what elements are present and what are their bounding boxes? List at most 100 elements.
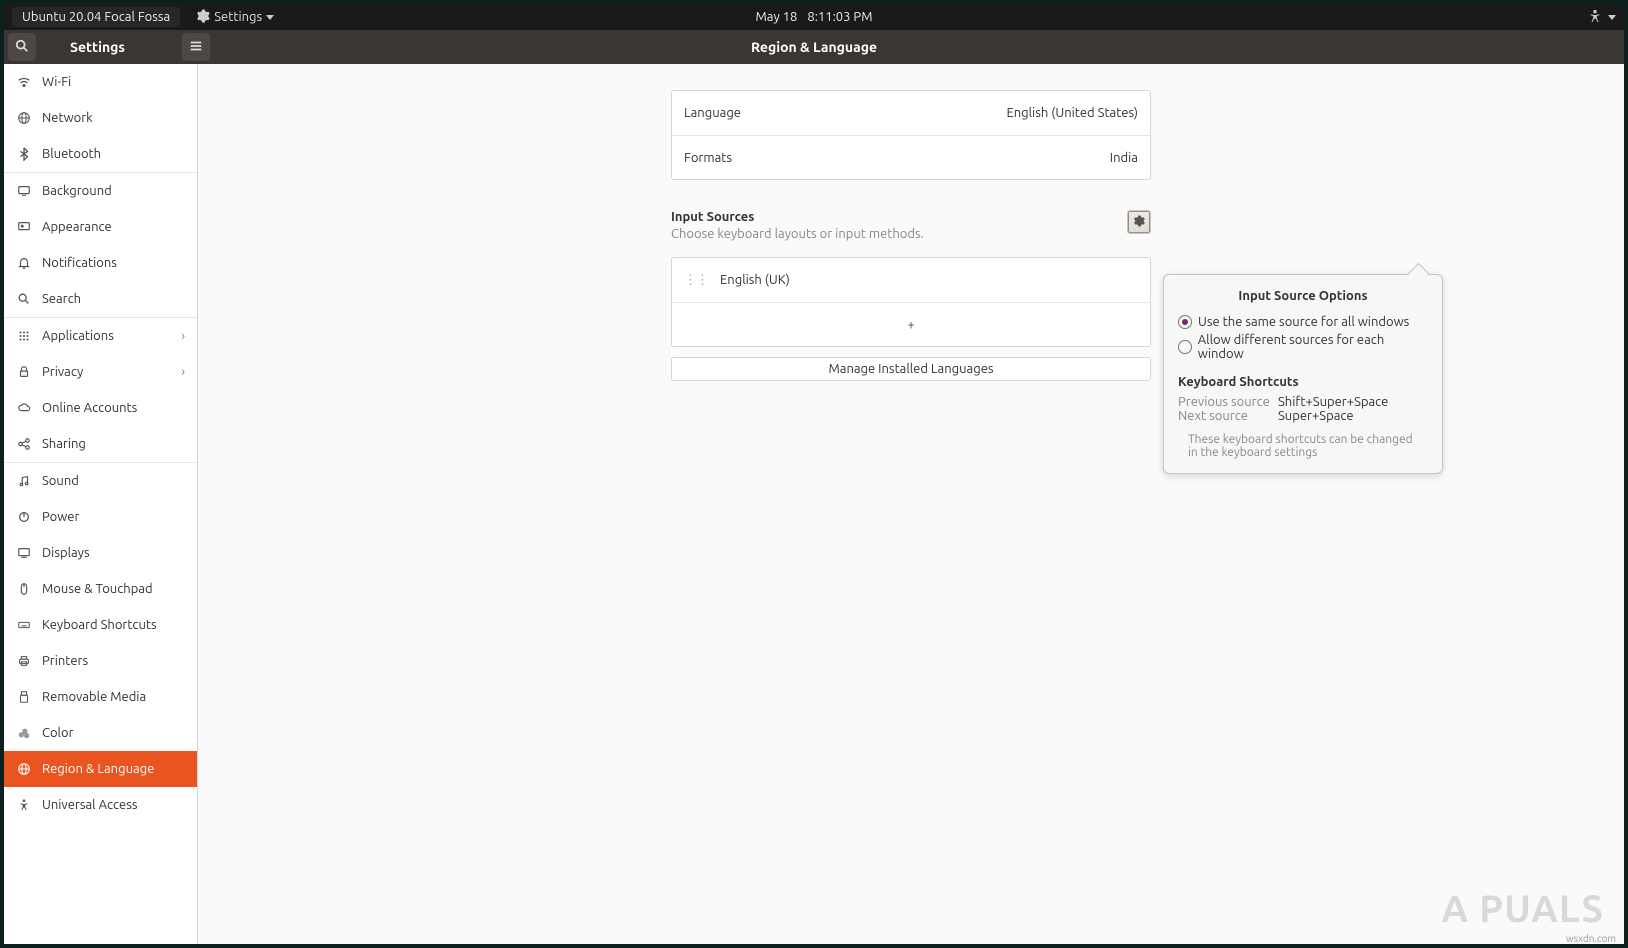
chevron-right-icon: › bbox=[181, 365, 185, 379]
settings-sidebar: Wi-Fi Network Bluetooth Background Appea… bbox=[4, 64, 198, 944]
sidebar-item-label: Online Accounts bbox=[42, 401, 137, 415]
formats-row[interactable]: Formats India bbox=[672, 135, 1150, 179]
usb-icon bbox=[16, 690, 32, 704]
sidebar-title: Settings bbox=[70, 39, 125, 55]
chevron-down-icon[interactable] bbox=[1608, 15, 1616, 20]
sidebar-item-label: Printers bbox=[42, 654, 88, 668]
input-sources-list: ⋮⋮ English (UK) + bbox=[671, 257, 1151, 347]
sidebar-item-sharing[interactable]: Sharing bbox=[4, 426, 197, 462]
sidebar-item-label: Keyboard Shortcuts bbox=[42, 618, 157, 632]
chevron-down-icon bbox=[266, 15, 274, 20]
language-value: English (United States) bbox=[1006, 106, 1138, 120]
language-row[interactable]: Language English (United States) bbox=[672, 91, 1150, 135]
manage-languages-label: Manage Installed Languages bbox=[828, 362, 993, 376]
shortcut-label: Previous source bbox=[1178, 395, 1270, 409]
sidebar-item-label: Wi-Fi bbox=[42, 75, 71, 89]
accessibility-icon[interactable] bbox=[1588, 9, 1602, 26]
sidebar-item-label: Removable Media bbox=[42, 690, 146, 704]
shortcut-value: Shift+Super+Space bbox=[1278, 395, 1388, 409]
input-source-options-button[interactable] bbox=[1127, 210, 1151, 234]
popover-title: Input Source Options bbox=[1178, 289, 1428, 303]
radio-different-sources[interactable]: Allow different sources for each window bbox=[1178, 333, 1428, 361]
radio-same-source[interactable]: Use the same source for all windows bbox=[1178, 315, 1428, 329]
formats-value: India bbox=[1110, 151, 1138, 165]
sidebar-item-label: Displays bbox=[42, 546, 90, 560]
sidebar-item-privacy[interactable]: Privacy › bbox=[4, 354, 197, 390]
cloud-icon bbox=[16, 401, 32, 415]
sidebar-item-label: Background bbox=[42, 184, 112, 198]
appearance-icon bbox=[16, 220, 32, 234]
accessibility-icon bbox=[16, 798, 32, 812]
sidebar-item-bluetooth[interactable]: Bluetooth bbox=[4, 136, 197, 172]
music-icon bbox=[16, 474, 32, 488]
sidebar-item-wifi[interactable]: Wi-Fi bbox=[4, 64, 197, 100]
language-label: Language bbox=[684, 106, 741, 120]
sidebar-item-mouse[interactable]: Mouse & Touchpad bbox=[4, 571, 197, 607]
sidebar-item-label: Mouse & Touchpad bbox=[42, 582, 153, 596]
add-input-source-button[interactable]: + bbox=[672, 302, 1150, 346]
input-sources-title: Input Sources bbox=[671, 210, 1127, 224]
main-content: Language English (United States) Formats… bbox=[198, 64, 1624, 944]
gear-icon bbox=[196, 9, 210, 26]
sidebar-item-background[interactable]: Background bbox=[4, 173, 197, 209]
input-sources-desc: Choose keyboard layouts or input methods… bbox=[671, 227, 1127, 241]
keyboard-icon bbox=[16, 618, 32, 632]
chevron-right-icon: › bbox=[181, 329, 185, 343]
sidebar-item-label: Privacy bbox=[42, 365, 83, 379]
input-source-row[interactable]: ⋮⋮ English (UK) bbox=[672, 258, 1150, 302]
sidebar-item-label: Search bbox=[42, 292, 81, 306]
sidebar-item-label: Power bbox=[42, 510, 79, 524]
sidebar-item-keyboard[interactable]: Keyboard Shortcuts bbox=[4, 607, 197, 643]
input-source-name: English (UK) bbox=[720, 273, 790, 287]
sidebar-item-appearance[interactable]: Appearance bbox=[4, 209, 197, 245]
sidebar-item-online-accounts[interactable]: Online Accounts bbox=[4, 390, 197, 426]
sidebar-item-displays[interactable]: Displays bbox=[4, 535, 197, 571]
sidebar-item-printers[interactable]: Printers bbox=[4, 643, 197, 679]
sidebar-item-color[interactable]: Color bbox=[4, 715, 197, 751]
sidebar-item-label: Appearance bbox=[42, 220, 112, 234]
sidebar-item-label: Notifications bbox=[42, 256, 117, 270]
manage-languages-button[interactable]: Manage Installed Languages bbox=[671, 357, 1151, 381]
top-app-menu-label: Settings bbox=[214, 10, 262, 24]
sidebar-item-power[interactable]: Power bbox=[4, 499, 197, 535]
sidebar-item-notifications[interactable]: Notifications bbox=[4, 245, 197, 281]
sidebar-item-sound[interactable]: Sound bbox=[4, 463, 197, 499]
sidebar-item-label: Bluetooth bbox=[42, 147, 101, 161]
language-formats-card: Language English (United States) Formats… bbox=[671, 90, 1151, 180]
shortcut-value: Super+Space bbox=[1278, 409, 1354, 423]
sidebar-item-universal[interactable]: Universal Access bbox=[4, 787, 197, 823]
plus-icon: + bbox=[907, 318, 914, 332]
bluetooth-icon bbox=[16, 147, 32, 161]
display-icon bbox=[16, 184, 32, 198]
page-title: Region & Language bbox=[751, 39, 877, 55]
gear-icon bbox=[1132, 214, 1146, 231]
printer-icon bbox=[16, 654, 32, 668]
search-button[interactable] bbox=[8, 33, 36, 61]
primary-menu-button[interactable] bbox=[182, 33, 210, 61]
clock[interactable]: May 18 8:11:03 PM bbox=[756, 10, 873, 24]
brand-watermark: A PUALS bbox=[1441, 888, 1604, 930]
radio-label: Use the same source for all windows bbox=[1198, 315, 1409, 329]
sidebar-item-label: Network bbox=[42, 111, 93, 125]
shortcut-next: Next source Super+Space bbox=[1178, 409, 1428, 423]
hamburger-icon bbox=[189, 39, 203, 56]
drag-handle-icon[interactable]: ⋮⋮ bbox=[684, 273, 708, 288]
globe-icon bbox=[16, 762, 32, 776]
activities-os-label[interactable]: Ubuntu 20.04 Focal Fossa bbox=[12, 7, 180, 27]
grid-icon bbox=[16, 329, 32, 343]
share-icon bbox=[16, 437, 32, 451]
sidebar-item-network[interactable]: Network bbox=[4, 100, 197, 136]
sidebar-item-region[interactable]: Region & Language bbox=[4, 751, 197, 787]
sidebar-item-label: Applications bbox=[42, 329, 114, 343]
bell-icon bbox=[16, 256, 32, 270]
clock-time: 8:11:03 PM bbox=[807, 10, 872, 24]
sidebar-item-applications[interactable]: Applications › bbox=[4, 318, 197, 354]
radio-label: Allow different sources for each window bbox=[1198, 333, 1428, 361]
shortcut-label: Next source bbox=[1178, 409, 1270, 423]
sidebar-item-search[interactable]: Search bbox=[4, 281, 197, 317]
sidebar-item-removable[interactable]: Removable Media bbox=[4, 679, 197, 715]
sidebar-item-label: Region & Language bbox=[42, 762, 154, 776]
top-app-menu[interactable]: Settings bbox=[196, 9, 274, 26]
input-sources-header: Input Sources Choose keyboard layouts or… bbox=[671, 210, 1151, 241]
color-icon bbox=[16, 726, 32, 740]
